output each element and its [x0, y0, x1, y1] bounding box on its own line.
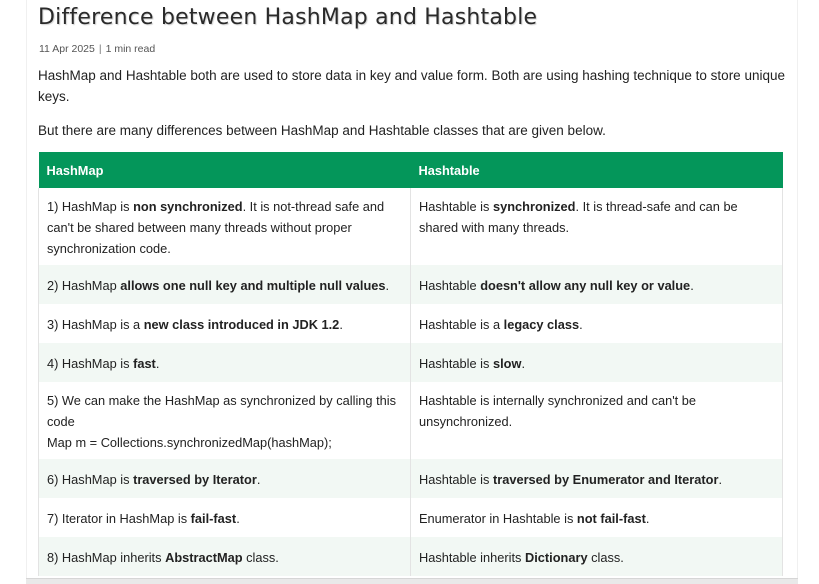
hashmap-cell: 1) HashMap is non synchronized. It is no… [38, 188, 411, 265]
code-snippet: Map m = Collections.synchronizedMap(hash… [47, 435, 332, 450]
cell-text: 5) We can make the HashMap as synchroniz… [47, 393, 397, 429]
cell-emphasis: slow [492, 356, 522, 371]
article-page: Difference between HashMap and Hashtable… [26, 0, 798, 580]
cell-emphasis: not fail-fast [576, 511, 646, 526]
cell-text: . [155, 356, 160, 371]
cell-text: Hashtable inherits [419, 550, 525, 565]
cell-text: . [339, 317, 343, 332]
hashtable-cell: Enumerator in Hashtable is not fail-fast… [410, 498, 783, 537]
hashmap-cell: 3) HashMap is a new class introduced in … [38, 304, 411, 343]
cell-text: 3) HashMap is a [47, 317, 144, 332]
cell-emphasis: AbstractMap [165, 550, 243, 565]
table-header-row: HashMap Hashtable [38, 152, 783, 188]
cell-text: 8) HashMap inherits [47, 550, 166, 565]
cell-emphasis: fail-fast [190, 511, 237, 526]
cell-emphasis: new class introduced in JDK 1.2 [143, 317, 340, 332]
hashmap-cell: 6) HashMap is traversed by Iterator. [38, 459, 411, 498]
cell-text: . [690, 278, 694, 293]
cell-text: . [645, 511, 650, 526]
cell-text: 7) Iterator in HashMap is [47, 511, 191, 526]
table-row: 8) HashMap inherits AbstractMap class. H… [38, 537, 783, 576]
comparison-table: HashMap Hashtable 1) HashMap is non sync… [38, 152, 783, 576]
cell-text: . [385, 278, 390, 293]
table-row: 7) Iterator in HashMap is fail-fast. Enu… [38, 498, 783, 537]
cell-text: Hashtable is [419, 356, 493, 371]
cell-emphasis: allows one null key and multiple null va… [120, 278, 386, 293]
meta-separator: | [98, 43, 102, 55]
article-meta: 11 Apr 2025 | 1 min read [39, 43, 155, 55]
cell-text: 1) HashMap is [47, 199, 134, 214]
cell-text: class. [587, 550, 624, 565]
cell-text: Hashtable is internally synchronized and… [419, 393, 697, 429]
cell-text: Hashtable is [419, 199, 493, 214]
cell-emphasis: doesn't allow any null key or value [480, 278, 691, 293]
hashmap-cell: 2) HashMap allows one null key and multi… [38, 265, 411, 304]
hashtable-cell: Hashtable is internally synchronized and… [410, 382, 783, 459]
hashmap-cell: 4) HashMap is fast. [38, 343, 411, 382]
cell-emphasis: Dictionary [525, 550, 588, 565]
cell-text: Hashtable [419, 278, 481, 293]
table-row: 3) HashMap is a new class introduced in … [38, 304, 783, 343]
horizontal-scrollbar[interactable] [26, 578, 798, 584]
hashtable-cell: Hashtable inherits Dictionary class. [410, 537, 783, 576]
cell-emphasis: synchronized [492, 199, 576, 214]
table-row: 1) HashMap is non synchronized. It is no… [38, 188, 783, 265]
hashtable-cell: Hashtable is synchronized. It is thread-… [410, 188, 783, 265]
page-title: Difference between HashMap and Hashtable [38, 5, 538, 30]
hashtable-cell: Hashtable is traversed by Enumerator and… [410, 459, 783, 498]
header-hashtable: Hashtable [410, 152, 783, 188]
hashmap-cell: 7) Iterator in HashMap is fail-fast. [38, 498, 411, 537]
table-row: 5) We can make the HashMap as synchroniz… [38, 382, 783, 459]
cell-text: Enumerator in Hashtable is [419, 511, 577, 526]
cell-emphasis: legacy class [503, 317, 580, 332]
cell-text: . [236, 511, 240, 526]
table-row: 2) HashMap allows one null key and multi… [38, 265, 783, 304]
cell-text: . [718, 472, 722, 487]
read-time: 1 min read [105, 43, 156, 55]
cell-text: class. [242, 550, 279, 565]
table-row: 6) HashMap is traversed by Iterator. Has… [38, 459, 783, 498]
cell-emphasis: traversed by Enumerator and Iterator [492, 472, 719, 487]
cell-text: Hashtable is [419, 472, 493, 487]
header-hashmap: HashMap [38, 152, 411, 188]
cell-text: Hashtable is a [419, 317, 504, 332]
cell-emphasis: fast [133, 356, 156, 371]
intro-paragraph: HashMap and Hashtable both are used to s… [38, 68, 785, 104]
hashmap-cell: 8) HashMap inherits AbstractMap class. [38, 537, 411, 576]
hashtable-cell: Hashtable is a legacy class. [410, 304, 783, 343]
cell-emphasis: non synchronized [133, 199, 243, 214]
cell-emphasis: traversed by Iterator [133, 472, 257, 487]
hashmap-cell: 5) We can make the HashMap as synchroniz… [38, 382, 411, 459]
cell-text: . [579, 317, 583, 332]
hashtable-cell: Hashtable doesn't allow any null key or … [410, 265, 783, 304]
cell-text: 4) HashMap is [47, 356, 134, 371]
cell-text: 6) HashMap is [47, 472, 134, 487]
cell-text: . [521, 356, 525, 371]
cell-text: . [256, 472, 261, 487]
hashtable-cell: Hashtable is slow. [410, 343, 783, 382]
cell-text: 2) HashMap [47, 278, 121, 293]
table-row: 4) HashMap is fast. Hashtable is slow. [38, 343, 783, 382]
publish-date: 11 Apr 2025 [39, 43, 95, 55]
intro-paragraph-2: But there are many differences between H… [38, 123, 606, 138]
